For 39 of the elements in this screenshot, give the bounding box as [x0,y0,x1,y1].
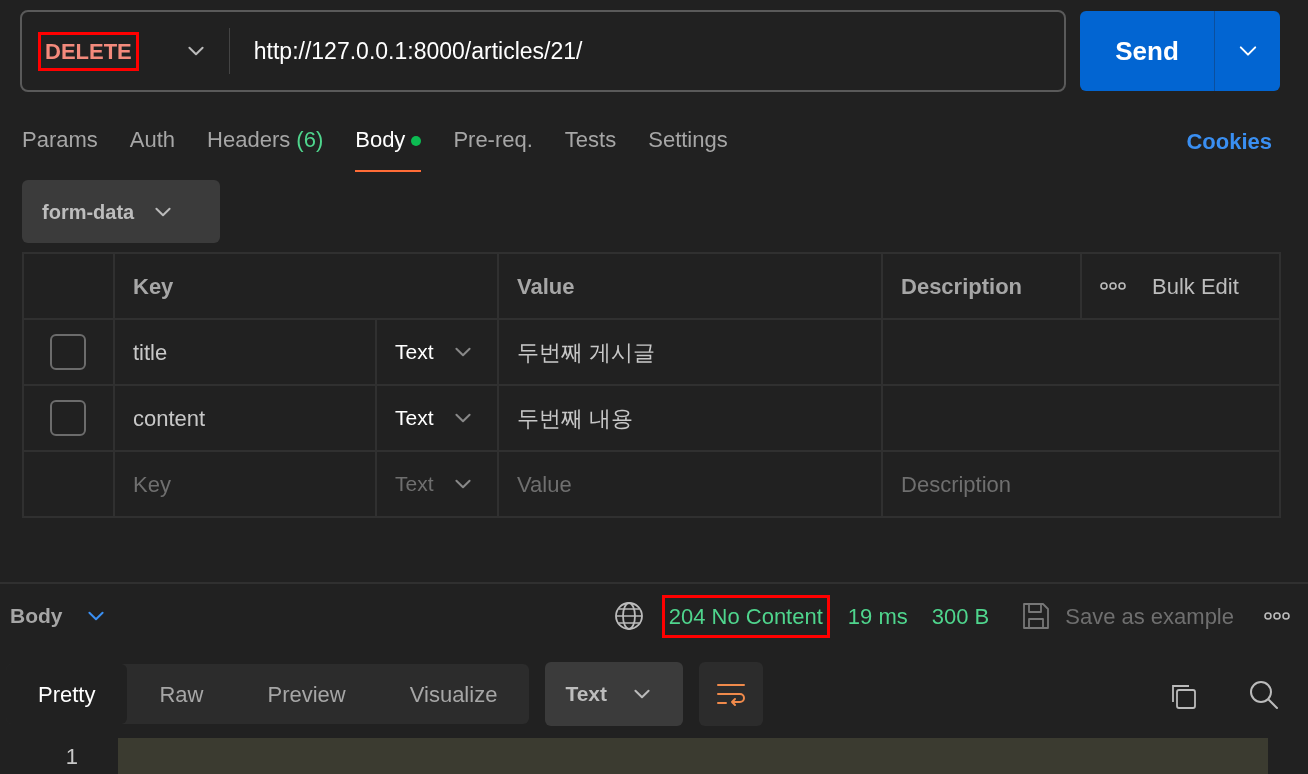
view-tab[interactable]: Pretty [6,664,128,724]
view-tab[interactable]: Preview [235,664,378,724]
request-tab[interactable]: Settings [648,123,728,172]
body-mode-dropdown[interactable]: form-data [22,180,220,243]
wrap-lines-button[interactable] [699,662,764,726]
key-cell: content [114,385,376,451]
send-button[interactable]: Send [1080,11,1280,91]
cookies-link[interactable]: Cookies [1186,125,1272,172]
url-field[interactable]: http://127.0.0.1:8000/articles/21/ [253,33,583,69]
checkbox[interactable] [50,334,86,370]
column-header: Value [498,253,882,319]
request-tab[interactable]: Params [22,123,98,172]
value-cell: 두번째 게시글 [498,319,882,385]
view-tab[interactable]: Raw [127,664,236,724]
value-cell: 두번째 내용 [498,385,882,451]
request-tab[interactable]: Headers (6) [207,123,324,172]
more-icon[interactable] [1264,612,1290,620]
status-code: 204 No Content [661,594,830,638]
line-number: 1 [64,743,79,771]
more-icon[interactable] [1100,282,1126,290]
request-tab[interactable]: Tests [564,123,617,172]
request-tab[interactable]: Body [355,123,422,172]
globe-icon [613,601,644,631]
method-label: DELETE [38,31,139,71]
save-icon [1021,601,1052,631]
checkbox[interactable] [50,400,86,436]
column-header: Description [882,253,1081,319]
format-dropdown[interactable]: Text [545,662,684,726]
response-size: 300 B [931,602,990,631]
request-tab[interactable]: Pre-req. [453,123,533,172]
wrap-lines-icon [715,681,748,707]
key-cell: title [114,319,376,385]
column-header: Key [114,253,498,319]
request-tab[interactable]: Auth [129,123,176,172]
response-time: 19 ms [847,602,908,631]
search-icon [1248,679,1280,712]
response-section-dropdown[interactable]: Body [10,600,107,632]
method-dropdown[interactable]: DELETE [38,31,207,71]
view-tab[interactable]: Visualize [377,664,530,724]
